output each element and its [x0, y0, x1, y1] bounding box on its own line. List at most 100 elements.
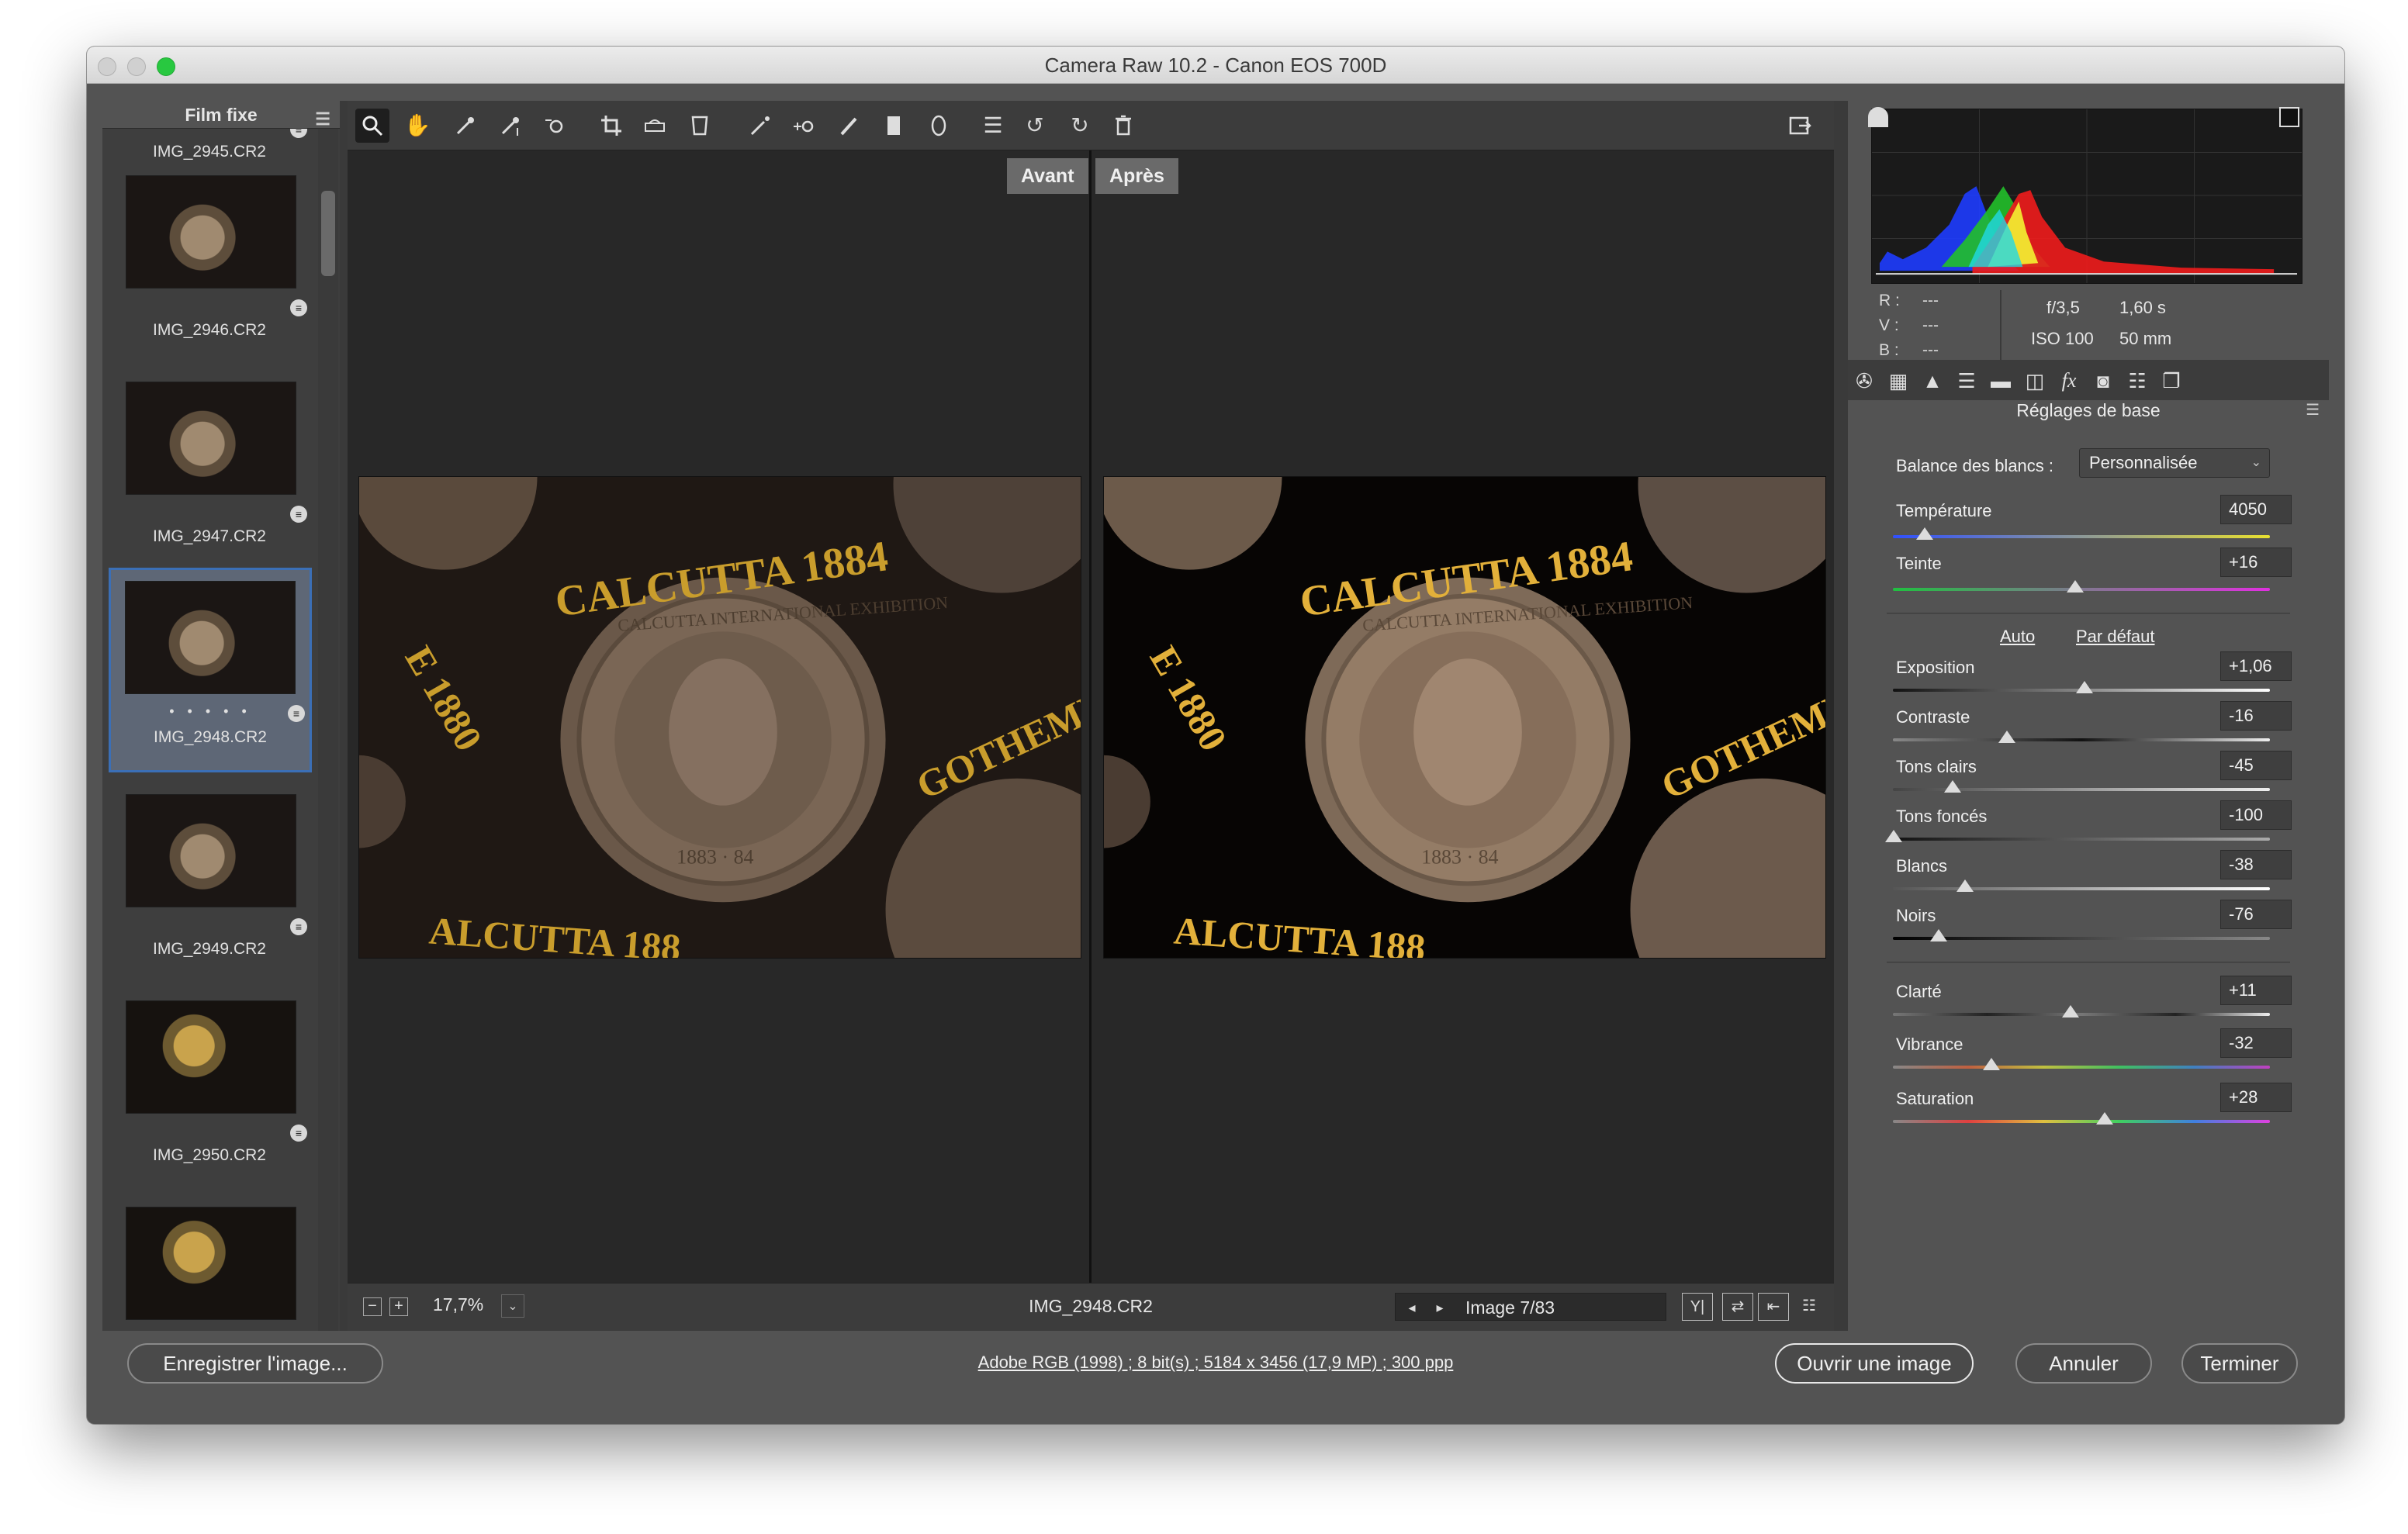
default-link[interactable]: Par défaut — [2076, 627, 2155, 647]
zoom-level[interactable]: 17,7% — [433, 1294, 483, 1315]
contrast-slider[interactable] — [1893, 738, 2270, 741]
effects-tab-fx-icon[interactable]: fx — [2056, 368, 2082, 394]
temperature-field[interactable]: 4050 — [2220, 495, 2292, 524]
crop-tool-icon[interactable] — [594, 109, 628, 143]
red-eye-icon[interactable] — [787, 109, 821, 143]
camera-calibration-tab-icon[interactable]: ◙ — [2090, 368, 2116, 394]
film-item[interactable]: ≡ IMG_2949.CR2 — [102, 779, 317, 983]
basic-tab-aperture-icon[interactable]: ✇ — [1851, 368, 1877, 394]
tone-curve-tab-icon[interactable]: ▦ — [1885, 368, 1912, 394]
workflow-options-link[interactable]: Adobe RGB (1998) ; 8 bit(s) ; 5184 x 345… — [87, 1353, 2344, 1373]
b-readout-value: --- — [1922, 341, 1939, 359]
highlight-clipping-toggle[interactable] — [2279, 107, 2299, 127]
graduated-filter-icon[interactable] — [877, 109, 911, 143]
cancel-button[interactable]: Annuler — [2015, 1343, 2152, 1384]
color-sampler-icon[interactable] — [493, 109, 528, 143]
targeted-adjustment-icon[interactable] — [538, 109, 573, 143]
whites-slider[interactable] — [1893, 887, 2270, 890]
radial-filter-icon[interactable] — [922, 109, 956, 143]
tint-slider-handle[interactable] — [2067, 580, 2084, 593]
vibrance-slider-handle[interactable] — [1983, 1058, 2000, 1070]
copy-settings-icon[interactable]: ⇤ — [1758, 1293, 1789, 1321]
histogram — [1871, 109, 2302, 284]
zoom-dropdown-chevron-icon[interactable]: ⌄ — [501, 1294, 524, 1318]
temperature-slider[interactable] — [1893, 535, 2270, 538]
transform-tool-icon[interactable] — [683, 109, 717, 143]
exposure-slider-handle[interactable] — [2076, 681, 2093, 693]
tint-field[interactable]: +16 — [2220, 548, 2292, 577]
hsl-tab-icon[interactable]: ☰ — [1953, 368, 1980, 394]
hand-tool-icon[interactable]: ✋ — [400, 109, 434, 143]
previous-image-icon[interactable]: ◂ — [1402, 1298, 1422, 1317]
shadows-slider[interactable] — [1893, 838, 2270, 841]
film-item[interactable]: ≡ IMG_2946.CR2 — [102, 160, 317, 364]
contrast-slider-handle[interactable] — [1998, 731, 2015, 743]
clarity-slider-handle[interactable] — [2062, 1005, 2079, 1017]
section-menu-icon[interactable]: ☰ — [2306, 400, 2320, 420]
filmstrip-scrollbar[interactable] — [318, 129, 338, 1331]
straighten-tool-icon[interactable] — [638, 109, 672, 143]
section-divider — [1887, 613, 2290, 614]
film-item-selected[interactable]: • • • • • ≡ IMG_2948.CR2 — [109, 568, 312, 772]
saturation-slider-handle[interactable] — [2096, 1112, 2113, 1125]
snapshots-tab-icon[interactable]: ❐ — [2158, 368, 2185, 394]
split-toning-tab-icon[interactable]: ▬ — [1988, 368, 2014, 394]
adjustments-panel: R : --- V : --- B : --- f/3,5 1,60 s ISO… — [1848, 101, 2329, 1331]
presets-tab-icon[interactable]: ☷ — [2124, 368, 2150, 394]
film-item[interactable] — [102, 1191, 317, 1331]
shadow-clipping-toggle[interactable] — [1868, 107, 1888, 127]
adjustment-brush-icon[interactable] — [832, 109, 866, 143]
auto-link[interactable]: Auto — [2000, 627, 2035, 647]
film-thumbnail — [125, 581, 296, 694]
temperature-slider-handle[interactable] — [1916, 527, 1933, 540]
lens-corrections-tab-icon[interactable]: ◫ — [2022, 368, 2048, 394]
rotate-right-icon[interactable]: ↻ — [1063, 109, 1097, 143]
film-item[interactable]: ≡ IMG_2950.CR2 — [102, 985, 317, 1190]
clarity-field[interactable]: +11 — [2220, 976, 2292, 1005]
before-after-view-icon[interactable]: Y| — [1682, 1293, 1713, 1321]
open-image-button[interactable]: Ouvrir une image — [1775, 1343, 1974, 1384]
blacks-slider-handle[interactable] — [1930, 929, 1947, 941]
clarity-slider[interactable] — [1893, 1013, 2270, 1016]
whites-field[interactable]: -38 — [2220, 850, 2292, 879]
view-settings-icon[interactable]: ☷ — [1794, 1293, 1825, 1321]
vibrance-slider[interactable] — [1893, 1066, 2270, 1069]
shadows-slider-handle[interactable] — [1885, 830, 1902, 842]
vibrance-label: Vibrance — [1896, 1035, 1963, 1054]
swap-before-after-icon[interactable]: ⇄ — [1722, 1293, 1753, 1321]
filmstrip-scroll-thumb[interactable] — [321, 191, 335, 276]
film-thumbnail — [126, 1207, 296, 1320]
rating-stars[interactable]: • • • • • — [111, 703, 310, 720]
saturation-slider[interactable] — [1893, 1120, 2270, 1123]
highlights-slider-handle[interactable] — [1944, 780, 1961, 793]
content-area: Film fixe ☰ ≡ IMG_2945.CR2 ≡ IMG_2946.CR… — [102, 101, 2329, 1331]
shadows-label: Tons foncés — [1896, 807, 1988, 826]
film-item[interactable]: ≡ IMG_2947.CR2 — [102, 366, 317, 571]
done-button[interactable]: Terminer — [2181, 1343, 2298, 1384]
fullscreen-toggle-icon[interactable] — [1783, 109, 1817, 143]
rotate-left-icon[interactable]: ↺ — [1018, 109, 1052, 143]
chevron-down-icon: ⌄ — [2251, 456, 2261, 469]
exposure-label: Exposition — [1896, 658, 1975, 677]
white-balance-select[interactable]: Personnalisée ⌄ — [2079, 448, 2270, 478]
next-image-icon[interactable]: ▸ — [1430, 1298, 1450, 1317]
blacks-field[interactable]: -76 — [2220, 900, 2292, 929]
contrast-field[interactable]: -16 — [2220, 701, 2292, 731]
exif-aperture: f/3,5 — [2046, 298, 2080, 317]
white-balance-eyedropper-icon[interactable] — [448, 109, 483, 143]
exposure-field[interactable]: +1,06 — [2220, 651, 2292, 681]
whites-slider-handle[interactable] — [1956, 879, 1974, 892]
preferences-list-icon[interactable]: ☰ — [976, 109, 1010, 143]
trash-icon[interactable] — [1106, 109, 1140, 143]
blacks-slider[interactable] — [1893, 937, 2270, 940]
highlights-field[interactable]: -45 — [2220, 751, 2292, 780]
panel-tabs: ✇ ▦ ▲ ☰ ▬ ◫ fx ◙ ☷ ❐ — [1848, 360, 2329, 400]
zoom-tool-icon[interactable] — [355, 109, 389, 143]
spot-removal-icon[interactable] — [743, 109, 777, 143]
detail-tab-icon[interactable]: ▲ — [1919, 368, 1946, 394]
zoom-in-button[interactable]: + — [389, 1297, 408, 1316]
saturation-field[interactable]: +28 — [2220, 1083, 2292, 1112]
zoom-out-button[interactable]: − — [363, 1297, 382, 1316]
shadows-field[interactable]: -100 — [2220, 800, 2292, 830]
vibrance-field[interactable]: -32 — [2220, 1028, 2292, 1058]
